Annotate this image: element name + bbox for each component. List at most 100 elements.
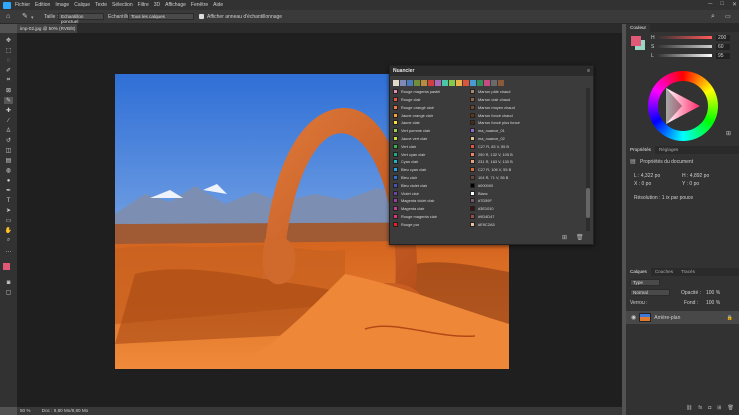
swatch-row[interactable]: Marron foncé chaud	[470, 111, 513, 119]
blur-tool-icon[interactable]: ◍	[4, 167, 13, 174]
close-icon[interactable]: ✕	[732, 1, 737, 8]
swatch-row[interactable]: 104 R, 71 V, 55 B	[470, 174, 508, 182]
eraser-tool-icon[interactable]: ◫	[4, 147, 13, 154]
menu-edition[interactable]: Edition	[35, 2, 50, 8]
swatch-row[interactable]: Marron pâle chaud	[470, 88, 510, 96]
recent-color-swatch[interactable]	[393, 80, 399, 86]
slider-track[interactable]	[657, 36, 712, 39]
tab-proprietes[interactable]: Propriétés	[626, 146, 655, 154]
slider-value[interactable]: 200	[716, 34, 730, 41]
tab-couches[interactable]: Couches	[651, 268, 677, 276]
new-layer-icon[interactable]: ⊞	[717, 405, 721, 411]
recent-color-swatch[interactable]	[435, 80, 441, 86]
recent-color-swatch[interactable]	[484, 80, 490, 86]
fx-icon[interactable]: fx	[698, 405, 702, 411]
x-value[interactable]: X : 0 po	[634, 181, 651, 187]
swatch-row[interactable]: ma_nuance_02	[470, 135, 505, 143]
search-icon[interactable]: ⌕	[711, 13, 715, 21]
swatch-row[interactable]: Magenta violet clair	[393, 197, 435, 205]
color-foreground-chip[interactable]	[631, 36, 641, 46]
recent-color-swatch[interactable]	[421, 80, 427, 86]
menu-selection[interactable]: Sélection	[112, 2, 133, 8]
slider-value[interactable]: 95	[716, 52, 730, 59]
menu-texte[interactable]: Texte	[95, 2, 107, 8]
swatch-row[interactable]: Rouge clair	[393, 96, 421, 104]
swatches-scrollbar[interactable]	[586, 88, 590, 231]
link-icon[interactable]: ⛓	[686, 405, 692, 411]
swatch-row[interactable]: Cyan clair	[393, 158, 418, 166]
width-value[interactable]: L : 4,322 po	[634, 173, 660, 179]
swatch-row[interactable]: Magenta clair	[393, 205, 424, 213]
swatch-row[interactable]: Rouge magenta pastel	[393, 88, 440, 96]
swatch-row[interactable]: Jaune clair	[393, 119, 420, 127]
slider-track[interactable]	[657, 54, 712, 57]
color-menu-icon[interactable]: ⊞	[726, 130, 731, 137]
menu-fenetre[interactable]: Fenêtre	[191, 2, 208, 8]
menu-fichier[interactable]: Fichier	[15, 2, 30, 8]
recent-color-swatch[interactable]	[442, 80, 448, 86]
mask-icon[interactable]: ◘	[708, 405, 711, 411]
rectangle-tool-icon[interactable]: ▭	[4, 217, 13, 224]
recent-color-swatch[interactable]	[470, 80, 476, 86]
swatch-row[interactable]: #000000	[470, 182, 493, 190]
color-triangle[interactable]	[662, 86, 704, 126]
swatch-row[interactable]: C27 R, 106 V, 55 B	[470, 166, 511, 174]
frame-tool-icon[interactable]: ⊠	[4, 87, 13, 94]
move-tool-icon[interactable]: ✥	[4, 37, 13, 44]
swatch-row[interactable]: Vert pomme clair	[393, 127, 430, 135]
tab-traces[interactable]: Tracés	[677, 268, 699, 276]
type-tool-icon[interactable]: T	[4, 197, 13, 204]
recent-color-swatch[interactable]	[428, 80, 434, 86]
swatch-row[interactable]: Bleu violet clair	[393, 182, 427, 190]
layer-row-background[interactable]: ◉ Arrière-plan 🔒	[626, 311, 739, 324]
minimize-icon[interactable]: ─	[708, 1, 712, 8]
swatch-row[interactable]: Marron moyen chaud	[470, 104, 515, 112]
lasso-tool-icon[interactable]: ◌	[4, 57, 13, 64]
brush-tool-icon[interactable]: ∕	[4, 117, 13, 124]
blend-mode-select[interactable]: Normal	[630, 289, 670, 296]
swatch-row[interactable]: Vert cyan clair	[393, 150, 425, 158]
history-brush-icon[interactable]: ↺	[4, 137, 13, 144]
recent-color-swatch[interactable]	[414, 80, 420, 86]
crop-tool-icon[interactable]: ⌗	[4, 77, 13, 84]
layer-kind-filter[interactable]: Type	[630, 279, 660, 286]
y-value[interactable]: Y : 0 po	[682, 181, 699, 187]
photoshop-logo-icon[interactable]	[3, 1, 11, 9]
tab-calques[interactable]: Calques	[626, 268, 651, 276]
swatch-row[interactable]: 231 R, 163 V, 130 B	[470, 158, 513, 166]
slider-value[interactable]: 60	[716, 43, 730, 50]
swatch-row[interactable]: #7D59F	[470, 197, 492, 205]
gradient-tool-icon[interactable]: ▤	[4, 157, 13, 164]
recent-color-swatch[interactable]	[491, 80, 497, 86]
sample-size-select[interactable]: Echantillon ponctuel	[58, 13, 104, 24]
swatch-row[interactable]: Rouge magenta clair	[393, 213, 437, 221]
clone-stamp-icon[interactable]: ♙	[4, 127, 13, 134]
tab-couleur[interactable]: Couleur	[626, 24, 651, 32]
quick-selection-tool-icon[interactable]: ✐	[4, 67, 13, 74]
menu-affichage[interactable]: Affichage	[165, 2, 186, 8]
recent-color-swatch[interactable]	[498, 80, 504, 86]
document-tab[interactable]: imp-02.jpg @ 50% (RVB/8)	[17, 24, 77, 33]
recent-color-swatch[interactable]	[477, 80, 483, 86]
scrollbar-thumb[interactable]	[586, 188, 590, 218]
fill-value[interactable]: 100 %	[706, 300, 720, 306]
trash-icon[interactable]: 🗑	[576, 234, 584, 241]
more-tools-icon[interactable]: …	[4, 247, 13, 254]
zoom-level[interactable]: 50 %	[20, 408, 30, 413]
swatch-row[interactable]: Marron clair chaud	[470, 96, 510, 104]
swatch-row[interactable]: #E9C2A5	[470, 221, 495, 229]
quick-mask-icon[interactable]: ◙	[4, 279, 13, 286]
panel-menu-icon[interactable]: ≡	[587, 68, 590, 74]
swatch-row[interactable]: #3E1010	[470, 205, 494, 213]
swatches-panel-header[interactable]: Nuancier ≡	[390, 66, 593, 76]
healing-brush-icon[interactable]: ✚	[4, 107, 13, 114]
opacity-value[interactable]: 100 %	[706, 290, 720, 296]
new-swatch-icon[interactable]: ⊞	[562, 234, 567, 241]
tab-reglages[interactable]: Réglages	[655, 146, 682, 154]
swatch-row[interactable]: Jaune vert clair	[393, 135, 427, 143]
color-wheel[interactable]	[648, 71, 718, 141]
recent-color-swatch[interactable]	[407, 80, 413, 86]
zoom-tool-icon[interactable]: ⌕	[4, 237, 13, 244]
swatch-row[interactable]: Violet clair	[393, 189, 419, 197]
home-icon[interactable]: ⌂	[6, 13, 10, 20]
